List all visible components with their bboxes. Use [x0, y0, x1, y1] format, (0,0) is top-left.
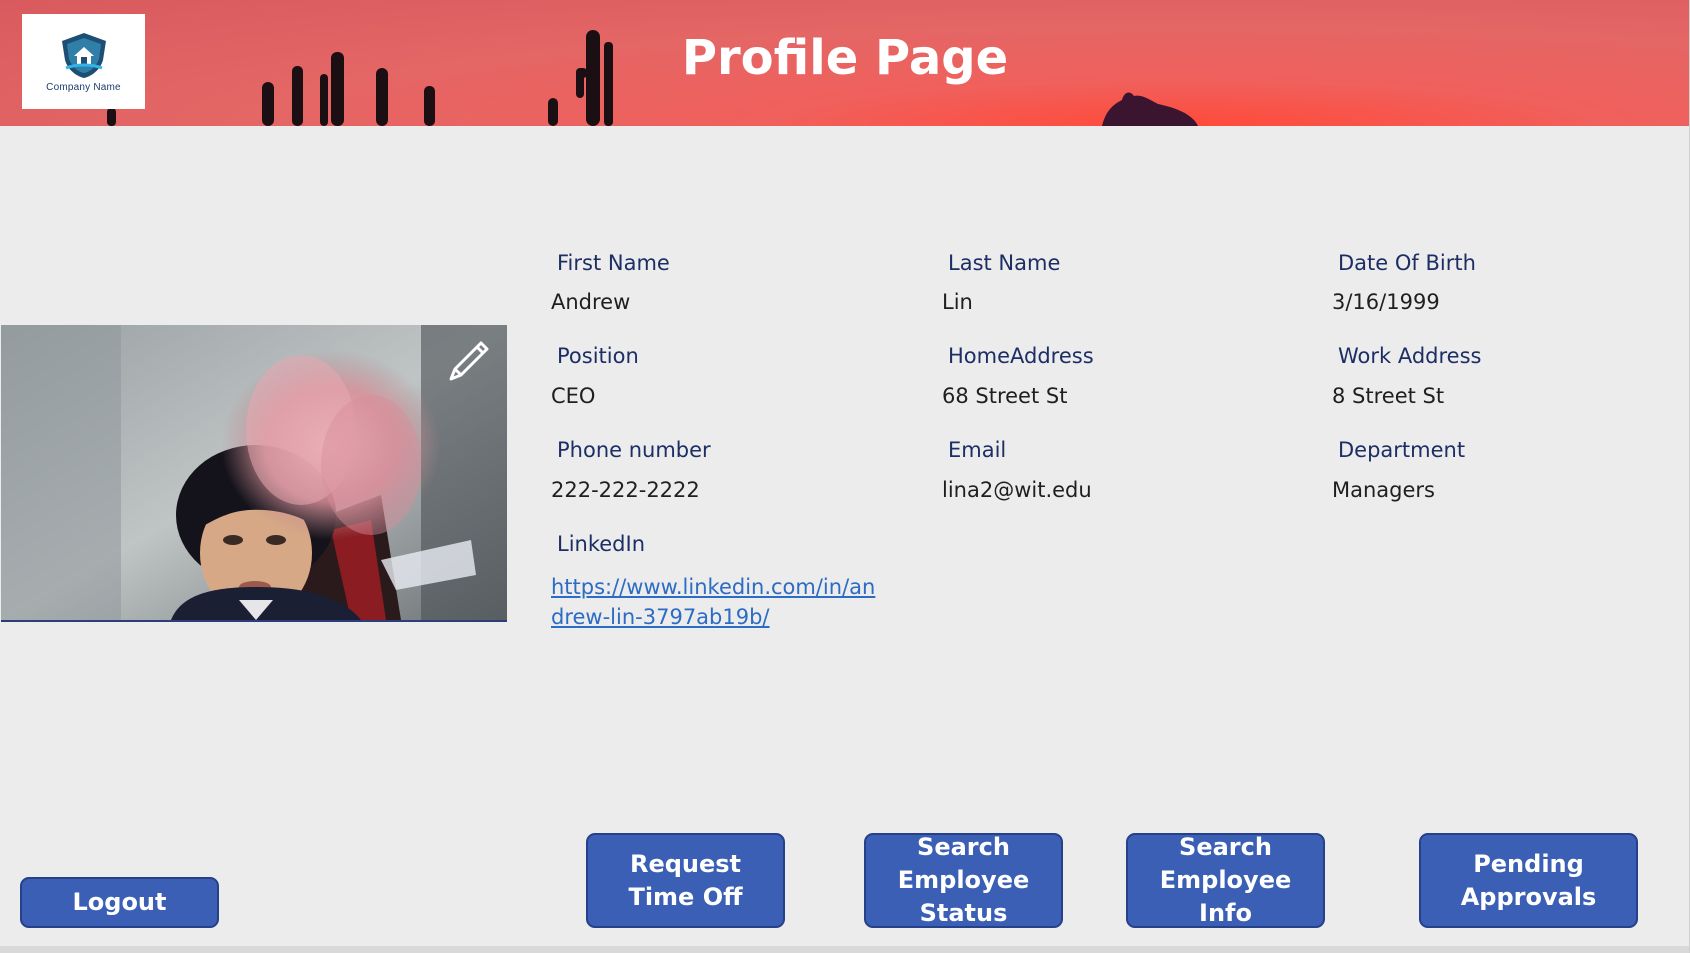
date-of-birth-value: 3/16/1999 — [1332, 290, 1440, 314]
profile-photo — [1, 325, 507, 622]
position-label: Position — [557, 344, 639, 368]
work-address-label: Work Address — [1338, 344, 1482, 368]
first-name-value: Andrew — [551, 290, 631, 314]
pending-approvals-button[interactable]: Pending Approvals — [1419, 833, 1638, 928]
home-address-label: HomeAddress — [948, 344, 1094, 368]
bottom-divider — [0, 946, 1690, 953]
request-time-off-button[interactable]: Request Time Off — [586, 833, 785, 928]
linkedin-link[interactable]: https://www.linkedin.com/in/andrew-lin-3… — [551, 572, 881, 632]
email-value: lina2@wit.edu — [942, 478, 1092, 502]
date-of-birth-label: Date Of Birth — [1338, 251, 1476, 275]
email-label: Email — [948, 438, 1007, 462]
home-address-value: 68 Street St — [942, 384, 1068, 408]
phone-number-label: Phone number — [557, 438, 711, 462]
first-name-label: First Name — [557, 251, 670, 275]
department-label: Department — [1338, 438, 1466, 462]
phone-number-value: 222-222-2222 — [551, 478, 700, 502]
position-value: CEO — [551, 384, 596, 408]
page-title: Profile Page — [681, 30, 1009, 86]
work-address-value: 8 Street St — [1332, 384, 1445, 408]
last-name-label: Last Name — [948, 251, 1061, 275]
header-banner: Company Name Profile Page — [0, 0, 1690, 126]
logout-button[interactable]: Logout — [20, 877, 219, 928]
search-employee-status-button[interactable]: Search Employee Status — [864, 833, 1063, 928]
department-value: Managers — [1332, 478, 1435, 502]
pencil-edit-icon[interactable] — [443, 337, 493, 387]
search-employee-info-button[interactable]: Search Employee Info — [1126, 833, 1325, 928]
last-name-value: Lin — [942, 290, 973, 314]
linkedin-label: LinkedIn — [557, 532, 646, 556]
